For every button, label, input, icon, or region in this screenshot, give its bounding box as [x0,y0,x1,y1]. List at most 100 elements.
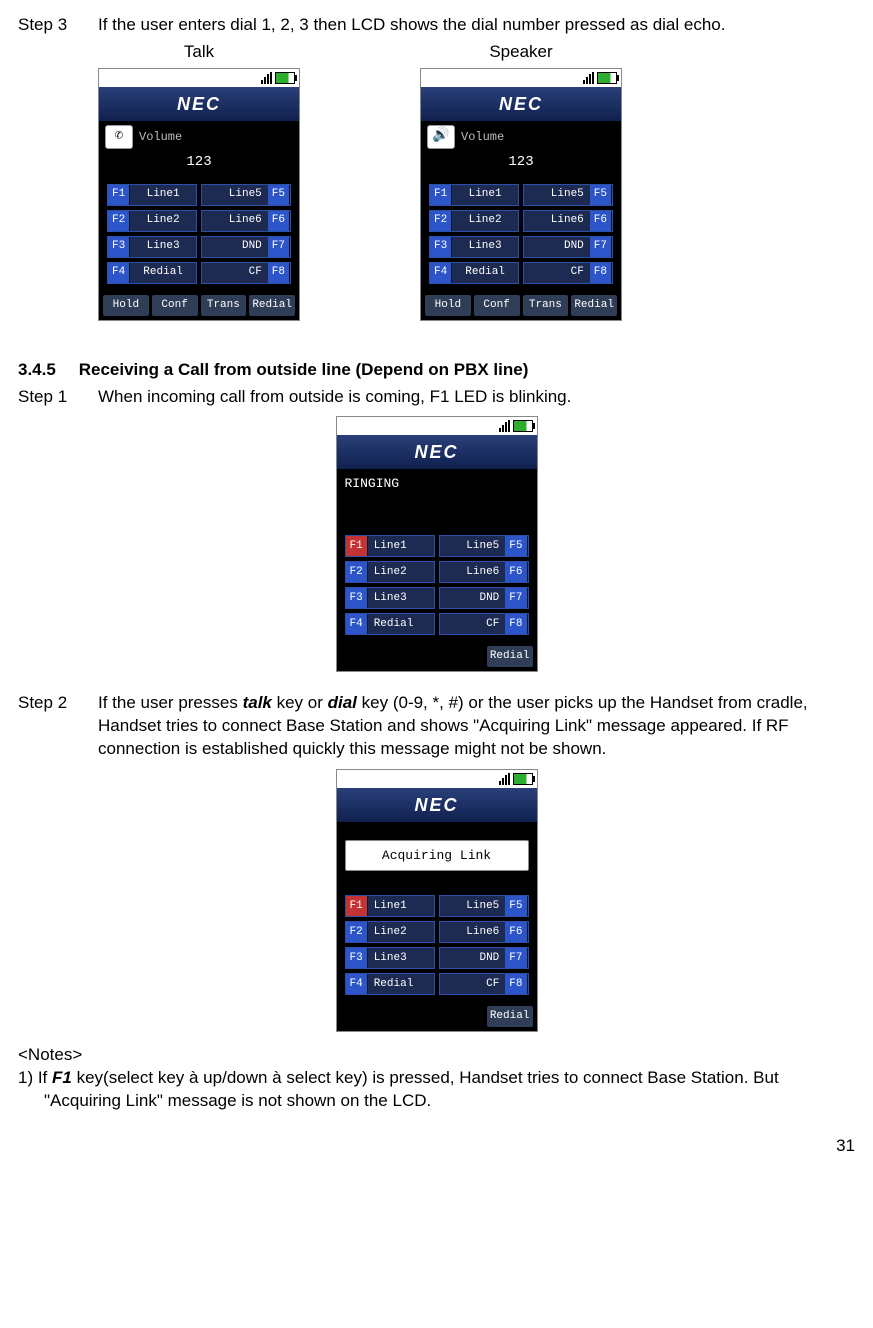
softkey-empty [438,646,484,667]
fnkey-f1[interactable]: F1Line1 [107,184,197,206]
col-title-talk: Talk [98,41,300,64]
softkey-empty [341,1006,387,1027]
fnkey-f4[interactable]: F4Redial [429,262,519,284]
softkeys: Hold Conf Trans Redial [99,292,299,320]
brand-bar: NEC [337,435,537,469]
step1-image: NEC RINGING F1Line1 Line5F5 F2Line2 Line… [18,412,855,681]
spacer [337,879,537,889]
ringing-status: RINGING [337,469,537,529]
fnkey-f2[interactable]: F2Line2 [345,561,435,583]
fnkey-f6[interactable]: Line6F6 [523,210,613,232]
notes-item-1: 1) If F1 key(select key à up/down à sele… [44,1067,855,1113]
softkey-empty [438,1006,484,1027]
fnkey-f2[interactable]: F2Line2 [345,921,435,943]
softkey-redial[interactable]: Redial [487,1006,533,1027]
phone-screen-talk: NEC ✆ Volume 123 F1Line1 Line5F5 F2Line2… [98,68,300,321]
status-bar [337,770,537,788]
fnkey-f5[interactable]: Line5F5 [439,895,529,917]
fnkey-f5[interactable]: Line5F5 [201,184,291,206]
softkey-empty [341,646,387,667]
section-heading: 3.4.5 Receiving a Call from outside line… [18,359,855,382]
step-label: Step 2 [18,692,98,761]
fnkey-f7[interactable]: DNDF7 [201,236,291,258]
step-body: When incoming call from outside is comin… [98,386,855,409]
function-keys: F1Line1 Line5F5 F2Line2 Line6F6 F3Line3 … [421,178,621,292]
fnkey-f1[interactable]: F1Line1 [429,184,519,206]
fnkey-f2[interactable]: F2Line2 [107,210,197,232]
fnkey-f7[interactable]: DNDF7 [439,947,529,969]
fnkey-f3[interactable]: F3Line3 [429,236,519,258]
softkey-hold[interactable]: Hold [103,295,149,316]
softkeys: Redial [337,643,537,671]
brand-bar: NEC [99,87,299,121]
acquiring-link-message: Acquiring Link [345,840,529,872]
phone-screen-ringing: NEC RINGING F1Line1 Line5F5 F2Line2 Line… [336,416,538,671]
fnkey-f4[interactable]: F4Redial [345,973,435,995]
softkey-redial[interactable]: Redial [249,295,295,316]
col-speaker: Speaker NEC 🔊 Volume 123 F1Line1 Line5F5… [420,41,622,331]
fnkey-f5[interactable]: Line5F5 [439,535,529,557]
fnkey-f3[interactable]: F3Line3 [345,587,435,609]
fnkey-f3[interactable]: F3Line3 [107,236,197,258]
page-number: 31 [18,1135,855,1158]
step-label: Step 1 [18,386,98,409]
function-keys: F1Line1 Line5F5 F2Line2 Line6F6 F3Line3 … [337,889,537,1003]
notes-section: <Notes> 1) If F1 key(select key à up/dow… [18,1044,855,1113]
volume-label: Volume [139,129,182,145]
battery-icon [275,72,295,84]
notes-heading: <Notes> [18,1044,855,1067]
col-talk: Talk NEC ✆ Volume 123 F1Line1 Line5F5 F2… [98,41,300,331]
battery-icon [513,773,533,785]
fnkey-f6[interactable]: Line6F6 [439,921,529,943]
softkey-trans[interactable]: Trans [201,295,247,316]
fnkey-f8[interactable]: CFF8 [439,613,529,635]
col-title-speaker: Speaker [420,41,622,64]
text: 1) If [18,1068,52,1087]
spacer [337,822,537,832]
fnkey-f6[interactable]: Line6F6 [439,561,529,583]
status-bar [99,69,299,87]
kw-dial: dial [328,693,357,712]
text: key or [272,693,328,712]
function-keys: F1Line1 Line5F5 F2Line2 Line6F6 F3Line3 … [99,178,299,292]
fnkey-f7[interactable]: DNDF7 [523,236,613,258]
signal-icon [583,72,594,84]
fnkey-f5[interactable]: Line5F5 [523,184,613,206]
speaker-icon: 🔊 [427,125,455,149]
kw-talk: talk [243,693,272,712]
battery-icon [513,420,533,432]
fnkey-f6[interactable]: Line6F6 [201,210,291,232]
status-bar [337,417,537,435]
fnkey-f4[interactable]: F4Redial [345,613,435,635]
softkey-empty [389,1006,435,1027]
phone-screen-acquiring: NEC Acquiring Link F1Line1 Line5F5 F2Lin… [336,769,538,1032]
softkey-empty [389,646,435,667]
softkey-redial[interactable]: Redial [487,646,533,667]
signal-icon [499,773,510,785]
volume-label: Volume [461,129,504,145]
fnkey-f1-blinking[interactable]: F1Line1 [345,535,435,557]
fnkey-f8[interactable]: CFF8 [439,973,529,995]
fnkey-f2[interactable]: F2Line2 [429,210,519,232]
text: If the user presses [98,693,243,712]
brand-bar: NEC [421,87,621,121]
battery-icon [597,72,617,84]
fnkey-f1-blinking[interactable]: F1Line1 [345,895,435,917]
softkey-conf[interactable]: Conf [152,295,198,316]
fnkey-f4[interactable]: F4Redial [107,262,197,284]
step-label: Step 3 [18,14,98,37]
phone-screen-speaker: NEC 🔊 Volume 123 F1Line1 Line5F5 F2Line2… [420,68,622,321]
fnkey-f3[interactable]: F3Line3 [345,947,435,969]
softkey-redial[interactable]: Redial [571,295,617,316]
handset-icon: ✆ [105,125,133,149]
softkeys: Redial [337,1003,537,1031]
softkey-conf[interactable]: Conf [474,295,520,316]
fnkey-f7[interactable]: DNDF7 [439,587,529,609]
fnkey-f8[interactable]: CFF8 [523,262,613,284]
step-body: If the user presses talk key or dial key… [98,692,855,761]
softkey-hold[interactable]: Hold [425,295,471,316]
step3: Step 3 If the user enters dial 1, 2, 3 t… [18,14,855,37]
fnkey-f8[interactable]: CFF8 [201,262,291,284]
status-bar [421,69,621,87]
softkey-trans[interactable]: Trans [523,295,569,316]
